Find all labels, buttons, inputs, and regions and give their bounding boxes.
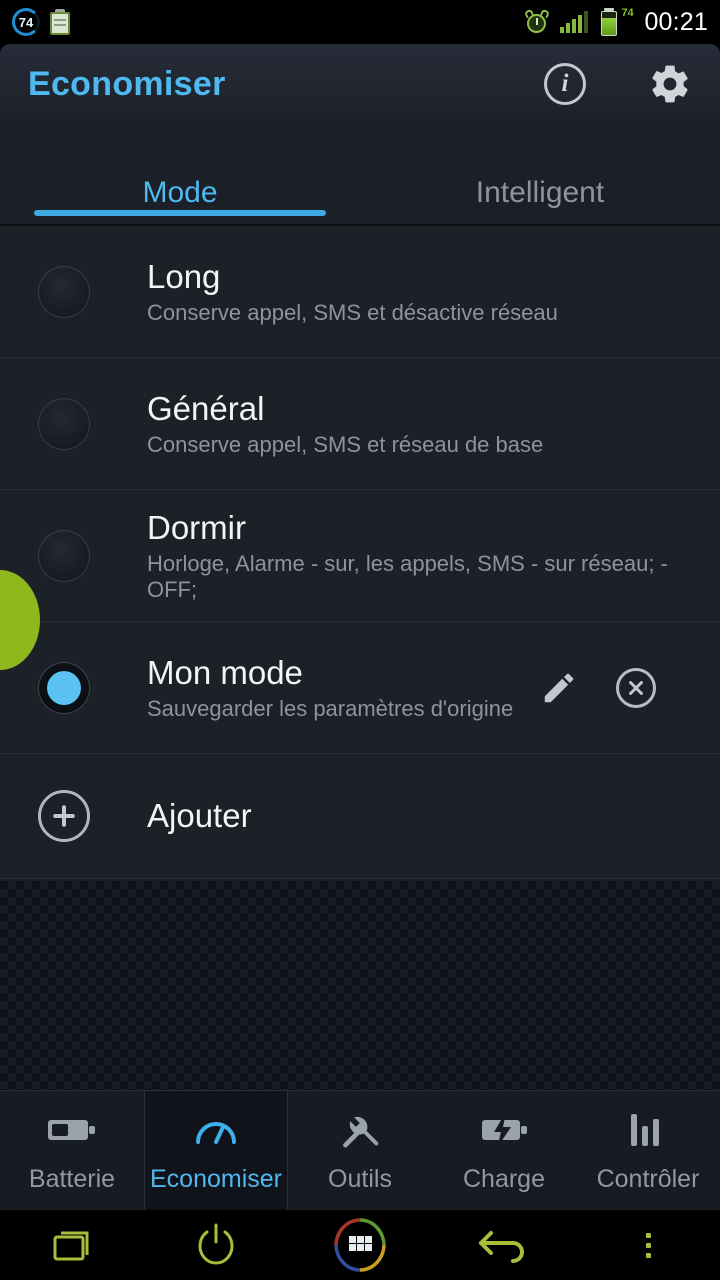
alarm-hand bbox=[535, 18, 538, 25]
plus-circle-icon bbox=[38, 790, 90, 842]
tab-indicator bbox=[34, 210, 326, 216]
android-nav-bar bbox=[0, 1210, 720, 1280]
radio-dot bbox=[47, 670, 81, 705]
battery-percent: 74 bbox=[621, 7, 634, 19]
battery-shell bbox=[601, 11, 618, 36]
add-mode-button[interactable]: Ajouter bbox=[0, 754, 720, 879]
mode-title: Général bbox=[147, 389, 265, 427]
mode-text: Dormir Horloge, Alarme - sur, les appels… bbox=[147, 509, 698, 603]
mode-row-actions bbox=[540, 667, 698, 708]
status-bar-clock: 00:21 bbox=[644, 7, 708, 36]
info-icon[interactable]: i bbox=[544, 63, 586, 105]
battery-charge-icon bbox=[478, 1107, 530, 1153]
tab-intelligent-label: Intelligent bbox=[475, 176, 605, 209]
list-item[interactable]: Mon mode Sauvegarder les paramètres d'or… bbox=[0, 622, 720, 754]
clipboard-icon bbox=[50, 9, 70, 35]
home-apps-icon[interactable] bbox=[288, 1217, 432, 1273]
phone-screen: 74 74 00:21 Economiser i Mode Intelligen… bbox=[0, 0, 720, 1280]
bottom-nav-label: Outils bbox=[328, 1165, 392, 1193]
tab-intelligent[interactable]: Intelligent bbox=[360, 124, 720, 224]
bottom-nav-item-batterie[interactable]: Batterie bbox=[0, 1091, 144, 1210]
overflow-dots bbox=[645, 1232, 651, 1258]
mode-text: Général Conserve appel, SMS et réseau de… bbox=[147, 390, 543, 458]
mode-radio[interactable] bbox=[38, 529, 90, 582]
bottom-nav-label: Economiser bbox=[150, 1165, 282, 1193]
signal-bars-icon bbox=[560, 11, 589, 33]
mode-subtitle: Sauvegarder les paramètres d'origine bbox=[147, 695, 514, 721]
mode-subtitle: Horloge, Alarme - sur, les appels, SMS -… bbox=[147, 550, 668, 602]
list-item[interactable]: Dormir Horloge, Alarme - sur, les appels… bbox=[0, 490, 720, 622]
close-circle-icon[interactable] bbox=[616, 667, 656, 708]
status-bar-right: 74 00:21 bbox=[524, 7, 708, 37]
gear-icon[interactable] bbox=[648, 62, 692, 106]
gauge-icon bbox=[192, 1107, 240, 1153]
pencil-icon[interactable] bbox=[540, 669, 578, 707]
list-item[interactable]: Long Conserve appel, SMS et désactive ré… bbox=[0, 226, 720, 358]
back-icon[interactable] bbox=[432, 1223, 576, 1267]
clipboard-body bbox=[50, 12, 70, 35]
tab-mode[interactable]: Mode bbox=[0, 124, 360, 224]
background-texture bbox=[0, 881, 720, 1090]
mode-subtitle: Conserve appel, SMS et réseau de base bbox=[147, 431, 544, 457]
circular-progress-badge: 74 bbox=[12, 8, 40, 36]
bottom-nav-label: Batterie bbox=[28, 1165, 116, 1193]
bottom-nav-item-charge[interactable]: Charge bbox=[432, 1091, 576, 1210]
bottom-nav-label: Contrôler bbox=[596, 1165, 700, 1193]
mode-radio[interactable] bbox=[38, 397, 90, 450]
alarm-clock-icon bbox=[524, 8, 551, 34]
power-icon[interactable] bbox=[144, 1222, 288, 1268]
tab-bar: Mode Intelligent bbox=[0, 124, 720, 224]
tools-icon bbox=[338, 1107, 382, 1153]
mode-radio-selected[interactable] bbox=[38, 661, 90, 714]
mode-text: Long Conserve appel, SMS et désactive ré… bbox=[147, 258, 558, 326]
bottom-nav-label: Charge bbox=[463, 1165, 545, 1193]
battery-icon bbox=[46, 1107, 98, 1153]
mode-title: Dormir bbox=[147, 508, 246, 546]
recents-icon[interactable] bbox=[0, 1223, 144, 1267]
list-item[interactable]: Général Conserve appel, SMS et réseau de… bbox=[0, 358, 720, 490]
bottom-nav: Batterie Economiser Outils Charge Contrô… bbox=[0, 1090, 720, 1210]
status-bar-left: 74 bbox=[12, 8, 70, 36]
overflow-menu-icon[interactable] bbox=[576, 1232, 720, 1258]
app-bar: Economiser i bbox=[0, 44, 720, 124]
bottom-nav-item-controler[interactable]: Contrôler bbox=[576, 1091, 720, 1210]
bottom-nav-item-outils[interactable]: Outils bbox=[288, 1091, 432, 1210]
page-title: Economiser bbox=[28, 64, 226, 103]
battery-icon: 74 bbox=[599, 7, 634, 36]
bar-chart-icon bbox=[628, 1107, 668, 1153]
mode-text: Mon mode Sauvegarder les paramètres d'or… bbox=[147, 654, 513, 722]
badge-value: 74 bbox=[18, 14, 34, 30]
app-bar-actions: i bbox=[544, 62, 692, 106]
battery-fill bbox=[602, 17, 617, 35]
mode-radio[interactable] bbox=[38, 265, 90, 318]
mode-subtitle: Conserve appel, SMS et désactive réseau bbox=[147, 299, 558, 325]
clipboard-lines bbox=[54, 19, 66, 21]
bottom-nav-item-economiser[interactable]: Economiser bbox=[144, 1091, 288, 1210]
status-bar: 74 74 00:21 bbox=[0, 0, 720, 44]
add-mode-label: Ajouter bbox=[147, 797, 252, 834]
mode-title: Long bbox=[147, 257, 221, 295]
tab-mode-label: Mode bbox=[142, 176, 218, 209]
mode-list: Long Conserve appel, SMS et désactive ré… bbox=[0, 226, 720, 881]
mode-title: Mon mode bbox=[147, 653, 303, 691]
